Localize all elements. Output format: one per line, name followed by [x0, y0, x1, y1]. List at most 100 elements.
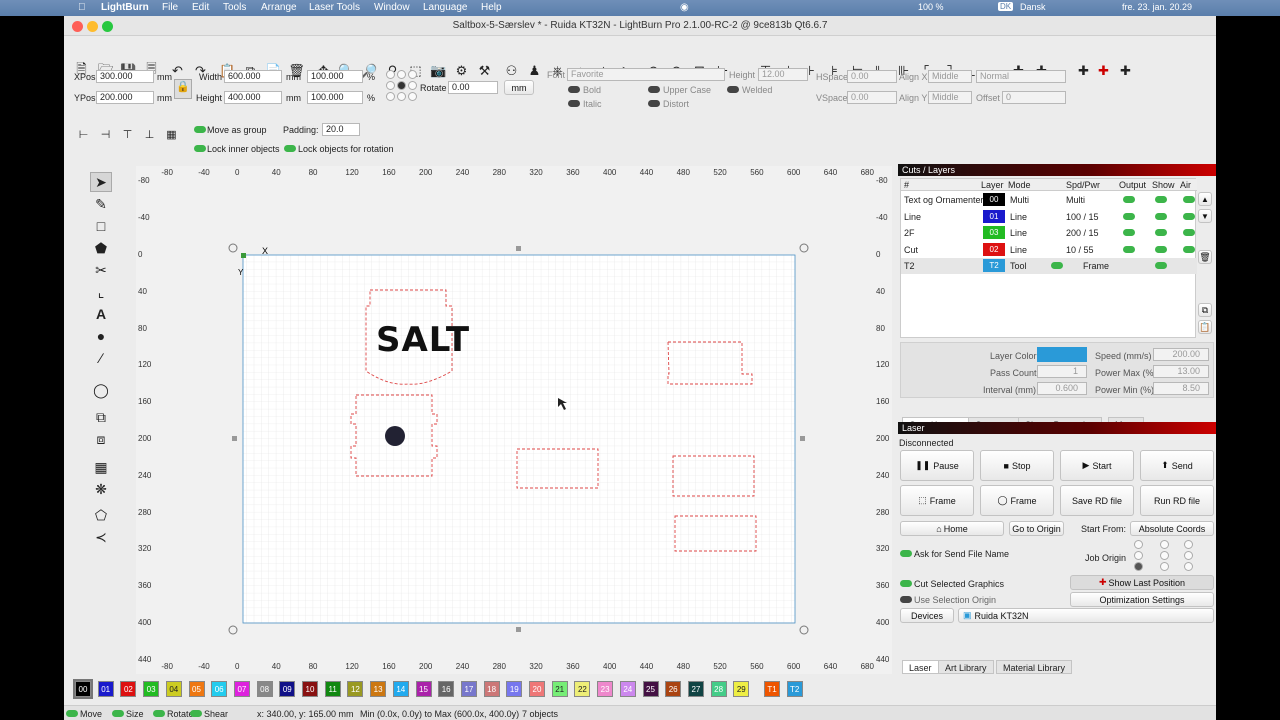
- keyboard-badge[interactable]: DK: [998, 2, 1014, 11]
- layer-color-badge[interactable]: 02: [983, 242, 1005, 256]
- show-toggle[interactable]: [1155, 229, 1167, 236]
- text-mode-select[interactable]: Normal: [976, 70, 1066, 83]
- show-toggle[interactable]: [1155, 196, 1167, 203]
- job-origin-grid[interactable]: [1134, 540, 1198, 572]
- layer-mode[interactable]: Multi: [1010, 195, 1029, 205]
- work-area-svg[interactable]: X Y SALT: [136, 166, 892, 674]
- font-height-input[interactable]: 12.00: [758, 68, 808, 81]
- grid-array-icon[interactable]: ▦: [162, 125, 181, 144]
- palette-swatch[interactable]: 22: [574, 681, 591, 697]
- layer-color-badge[interactable]: T2: [983, 259, 1005, 272]
- boolean-union-icon[interactable]: ⧉: [90, 407, 112, 427]
- start-from-select[interactable]: Absolute Coords: [1130, 521, 1214, 536]
- anchor-grid[interactable]: [386, 70, 418, 102]
- show-toggle[interactable]: [1155, 262, 1167, 269]
- pause-button[interactable]: ❚❚ Pause: [900, 450, 974, 481]
- cut-selected-toggle[interactable]: [900, 580, 912, 587]
- offset-input[interactable]: 0: [1002, 91, 1066, 104]
- palette-swatch[interactable]: 13: [370, 681, 387, 697]
- stop-button[interactable]: ■ Stop: [980, 450, 1054, 481]
- size-toggle[interactable]: [112, 710, 124, 717]
- power-max-input[interactable]: 13.00: [1153, 365, 1209, 378]
- palette-swatch[interactable]: 23: [597, 681, 614, 697]
- input-language[interactable]: Dansk: [1020, 2, 1046, 12]
- layer-color-badge[interactable]: 03: [983, 226, 1005, 239]
- palette-swatch[interactable]: T2: [786, 681, 803, 697]
- menu-window[interactable]: Window: [374, 2, 410, 13]
- palette-swatch[interactable]: 19: [506, 681, 523, 697]
- ypos-input[interactable]: 200.000: [96, 91, 154, 104]
- menu-help[interactable]: Help: [481, 2, 502, 13]
- speed-input[interactable]: 200.00: [1153, 348, 1209, 361]
- offset-tool-icon[interactable]: ◯: [90, 380, 112, 400]
- lock-ratio-icon[interactable]: 🔒: [174, 79, 192, 99]
- move-layer-down-button[interactable]: ▼: [1198, 209, 1212, 223]
- height-input[interactable]: 400.000: [224, 91, 282, 104]
- boolean-subtract-icon[interactable]: ⧈: [90, 429, 112, 449]
- palette-swatch[interactable]: 16: [438, 681, 455, 697]
- home-button[interactable]: ⌂ Home: [900, 521, 1004, 536]
- bold-toggle[interactable]: [568, 86, 580, 93]
- layer-row[interactable]: Cut 02 Line 10 / 55: [901, 242, 1197, 258]
- palette-swatch[interactable]: 09: [279, 681, 296, 697]
- move-layer-up-button[interactable]: ▲: [1198, 192, 1212, 206]
- air-toggle[interactable]: [1183, 229, 1195, 236]
- show-toggle[interactable]: [1155, 212, 1167, 220]
- align-bottom-edge-icon[interactable]: ⊥: [140, 125, 159, 144]
- ask-file-name-toggle[interactable]: [900, 550, 912, 557]
- minimize-window-button[interactable]: [87, 21, 98, 32]
- air-toggle[interactable]: [1183, 212, 1195, 220]
- lock-inner-toggle[interactable]: [194, 145, 206, 152]
- device-select[interactable]: ▣ Ruida KT32N: [958, 608, 1214, 623]
- palette-swatch[interactable]: 11: [324, 681, 341, 697]
- layer-row[interactable]: Text og Ornamenter 00 Multi Multi: [901, 192, 1197, 208]
- start-button[interactable]: ▶ Start: [1060, 450, 1134, 481]
- app-menu[interactable]: LightBurn: [101, 2, 149, 13]
- output-toggle[interactable]: [1123, 245, 1135, 253]
- palette-swatch[interactable]: 04: [165, 681, 182, 697]
- height-percent-input[interactable]: 100.000: [307, 91, 363, 104]
- grid-array-tool-icon[interactable]: ▦: [90, 457, 112, 477]
- hspace-input[interactable]: 0.00: [847, 70, 897, 83]
- width-percent-input[interactable]: 100.000: [307, 70, 363, 83]
- zoom-window-button[interactable]: [102, 21, 113, 32]
- layer-mode[interactable]: Line: [1010, 212, 1027, 222]
- align-right-edge-icon[interactable]: ⊣: [96, 125, 115, 144]
- frame-rect-button[interactable]: ⬚ Frame: [900, 485, 974, 516]
- palette-swatch[interactable]: 08: [256, 681, 273, 697]
- palette-swatch[interactable]: 00: [73, 679, 93, 699]
- palette-swatch[interactable]: 18: [483, 681, 500, 697]
- menu-arrange[interactable]: Arrange: [261, 2, 297, 13]
- align-top-edge-icon[interactable]: ⊤: [118, 125, 137, 144]
- circular-array-icon[interactable]: ❋: [90, 479, 112, 499]
- tab-material-library[interactable]: Material Library: [996, 660, 1073, 674]
- measure-tool-icon[interactable]: ∕: [90, 348, 112, 368]
- rotate-toggle[interactable]: [153, 710, 165, 717]
- copy-layer-icon[interactable]: ⧉: [1198, 303, 1212, 317]
- layer-color-badge[interactable]: 01: [983, 209, 1005, 223]
- paste-layer-icon[interactable]: 📋: [1198, 320, 1212, 334]
- menu-tools[interactable]: Tools: [223, 2, 246, 13]
- palette-swatch[interactable]: 12: [347, 681, 364, 697]
- layer-color-badge[interactable]: 00: [983, 193, 1005, 206]
- align-left-edge-icon[interactable]: ⊢: [74, 125, 93, 144]
- layer-mode[interactable]: Line: [1010, 228, 1027, 238]
- rotate-input[interactable]: 0.00: [448, 81, 498, 94]
- menu-language[interactable]: Language: [423, 2, 468, 13]
- layer-row[interactable]: T2 T2 Tool Frame: [901, 258, 1197, 274]
- scissors-tool-icon[interactable]: ✂: [90, 260, 112, 280]
- upper-case-toggle[interactable]: [648, 86, 660, 93]
- close-window-button[interactable]: [72, 21, 83, 32]
- layer-row[interactable]: 2F 03 Line 200 / 15: [901, 225, 1197, 241]
- pen-tool-icon[interactable]: ✎: [90, 194, 112, 214]
- devices-button[interactable]: Devices: [900, 608, 954, 623]
- polygon-tool-icon[interactable]: ⬟: [90, 238, 112, 258]
- run-rd-button[interactable]: Run RD file: [1140, 485, 1214, 516]
- record-icon[interactable]: ◉: [680, 2, 689, 13]
- apple-icon[interactable]: : [78, 2, 86, 13]
- lock-rotation-toggle[interactable]: [284, 145, 296, 152]
- select-tool-icon[interactable]: ➤: [90, 172, 112, 192]
- italic-toggle[interactable]: [568, 100, 580, 107]
- palette-swatch[interactable]: 06: [211, 681, 228, 697]
- shear-toggle[interactable]: [190, 710, 202, 717]
